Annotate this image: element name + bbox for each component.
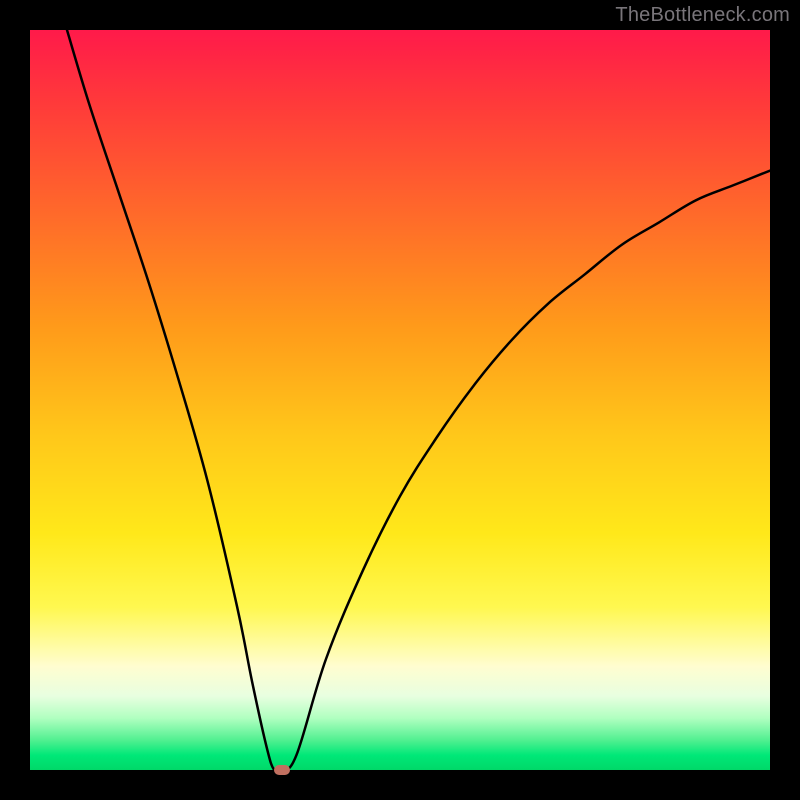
- plot-area: [30, 30, 770, 770]
- chart-canvas: TheBottleneck.com: [0, 0, 800, 800]
- minimum-marker: [274, 765, 290, 775]
- attribution-text: TheBottleneck.com: [615, 4, 790, 27]
- bottleneck-curve-path: [67, 30, 770, 770]
- curve-svg: [30, 30, 770, 770]
